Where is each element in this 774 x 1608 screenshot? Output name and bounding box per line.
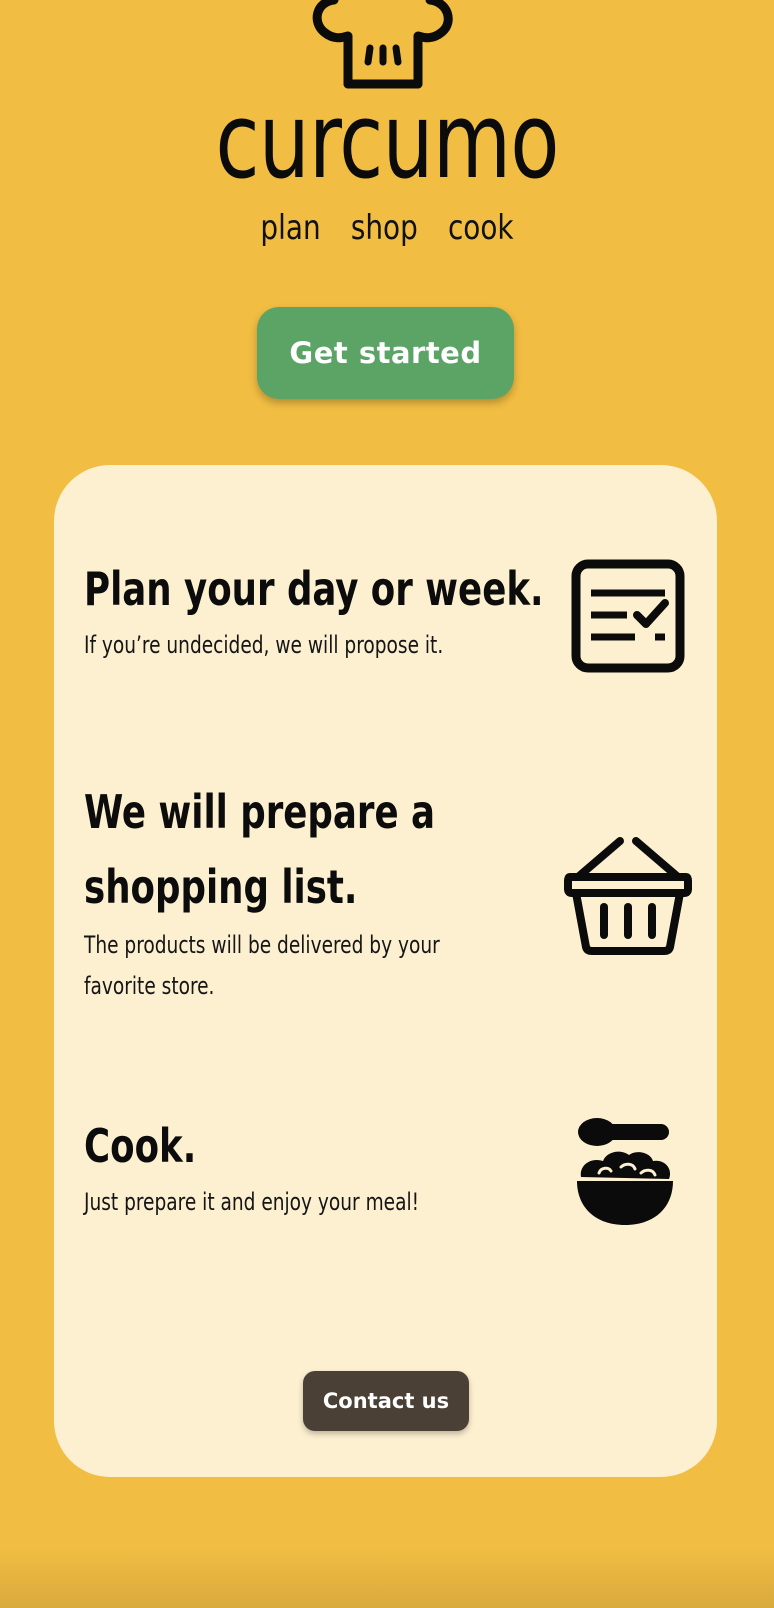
brand-name: curcumo bbox=[215, 80, 559, 202]
feature-title: We will prepare a shopping list. bbox=[84, 785, 435, 914]
tagline-cook: cook bbox=[447, 208, 514, 248]
bowl-spoon-icon bbox=[577, 1118, 673, 1225]
features-card: Plan your day or week. If you’re undecid… bbox=[54, 465, 717, 1477]
checklist-icon bbox=[571, 559, 685, 673]
feature-cook: Cook. Just prepare it and enjoy your mea… bbox=[84, 1110, 544, 1223]
feature-title: Plan your day or week. bbox=[84, 562, 544, 616]
shopping-basket-icon bbox=[564, 837, 692, 955]
tagline: plan shop cook bbox=[70, 208, 705, 248]
tagline-shop: shop bbox=[350, 208, 418, 248]
feature-text: The products will be delivered by your f… bbox=[84, 931, 440, 1000]
tagline-plan: plan bbox=[260, 208, 321, 248]
chef-hat-icon bbox=[312, 0, 453, 89]
feature-text: If you’re undecided, we will propose it. bbox=[84, 631, 444, 659]
get-started-button[interactable]: Get started bbox=[257, 307, 514, 399]
contact-us-button[interactable]: Contact us bbox=[303, 1371, 469, 1431]
feature-plan: Plan your day or week. If you’re undecid… bbox=[84, 553, 544, 666]
feature-title: Cook. bbox=[84, 1119, 197, 1173]
feature-shop: We will prepare a shopping list. The pro… bbox=[84, 775, 544, 1007]
feature-text: Just prepare it and enjoy your meal! bbox=[84, 1188, 420, 1216]
bottom-shade bbox=[0, 1548, 774, 1608]
